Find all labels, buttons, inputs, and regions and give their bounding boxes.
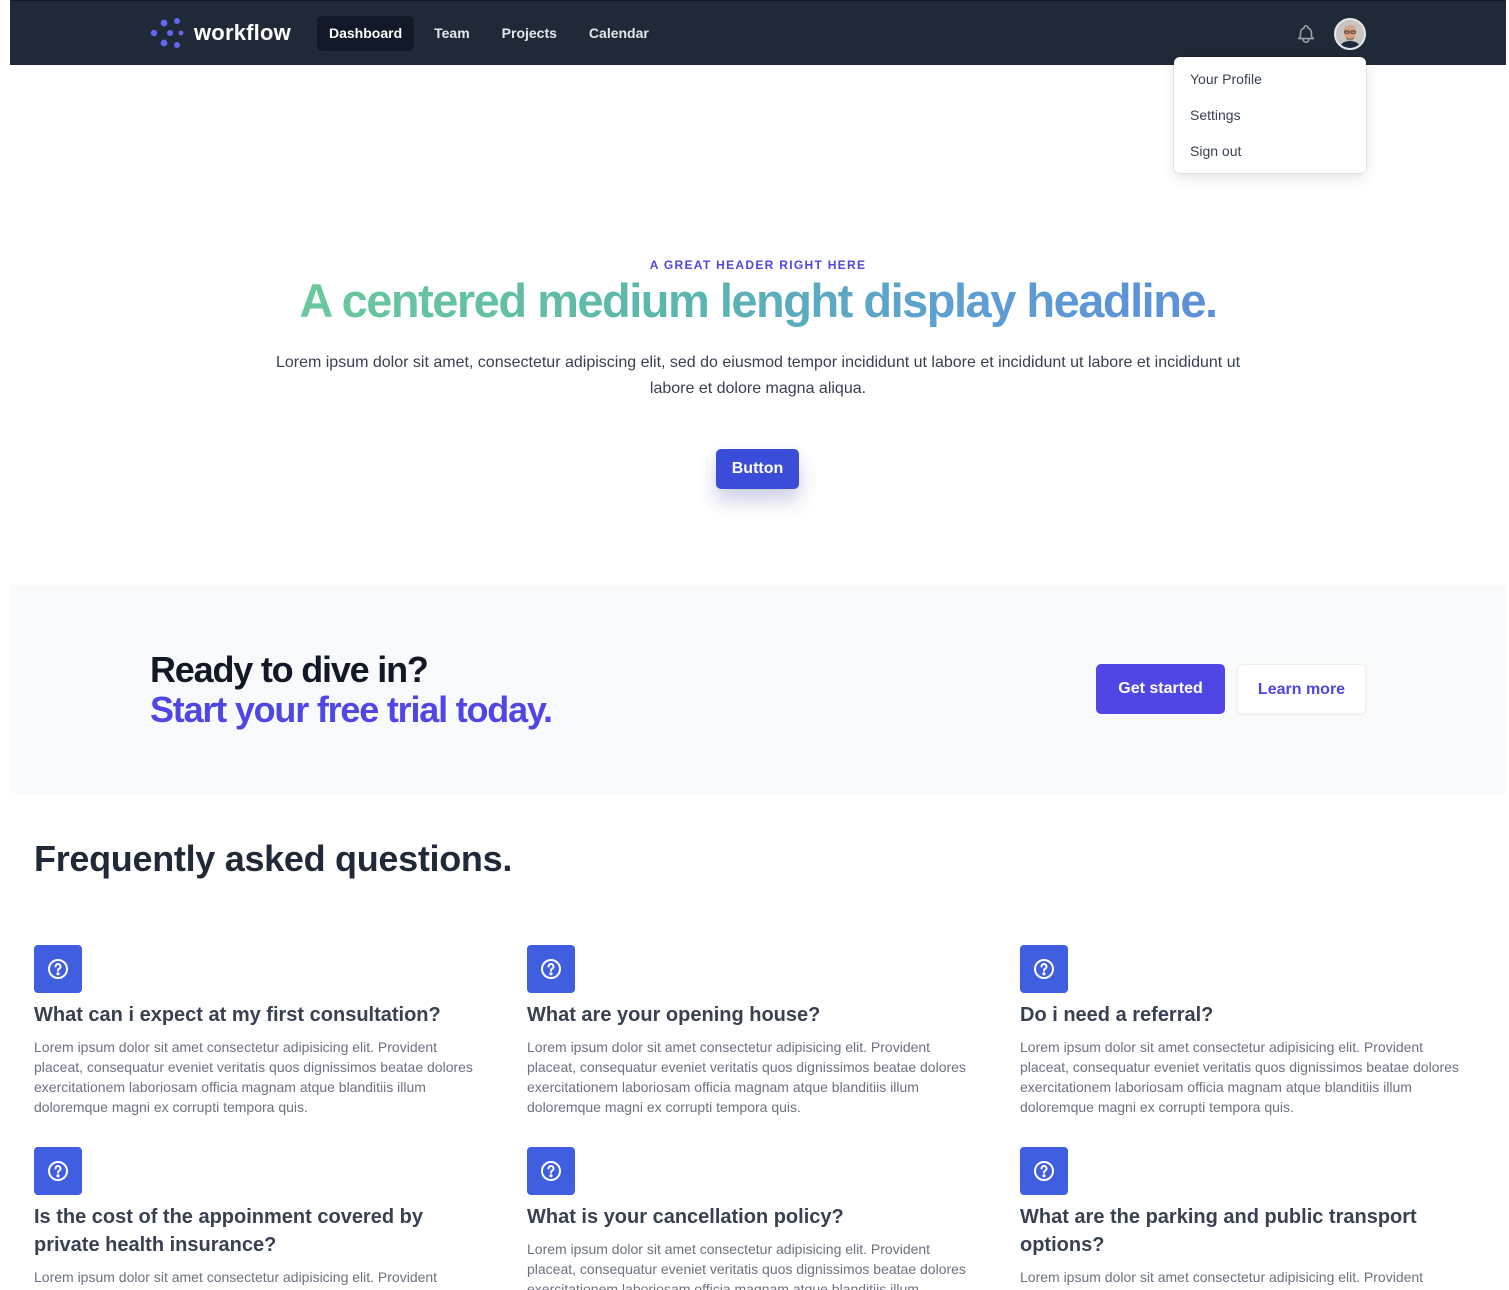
- hero-button[interactable]: Button: [716, 449, 799, 489]
- dropdown-item-settings[interactable]: Settings: [1174, 97, 1366, 133]
- faq-answer: Lorem ipsum dolor sit amet consectetur a…: [34, 1269, 473, 1290]
- brand-name: workflow: [194, 20, 291, 45]
- faq-question: What is your cancellation policy?: [527, 1206, 844, 1228]
- faq-question: What can i expect at my first consultati…: [34, 1004, 441, 1026]
- avatar-portrait-icon: [1336, 20, 1364, 48]
- question-circle-icon: [34, 1147, 82, 1195]
- dropdown-item-sign-out[interactable]: Sign out: [1174, 133, 1366, 169]
- question-circle-icon: [34, 945, 82, 993]
- hero-headline: A centered medium lenght display headlin…: [10, 272, 1506, 330]
- faq-question: What are the parking and public transpor…: [1020, 1206, 1417, 1256]
- nav-link-dashboard[interactable]: Dashboard: [317, 16, 415, 51]
- question-circle-icon: [1020, 945, 1068, 993]
- hero-description: Lorem ipsum dolor sit amet, consectetur …: [275, 354, 1241, 397]
- cta-title: Ready to dive in?: [150, 649, 429, 690]
- nav-link-projects[interactable]: Projects: [490, 16, 569, 51]
- faq-item: What are your opening house? Lorem ipsum…: [527, 945, 972, 1117]
- get-started-button[interactable]: Get started: [1096, 664, 1225, 714]
- faq-item: What is your cancellation policy? Lorem …: [527, 1147, 972, 1290]
- page-frame: workflow Dashboard Team Projects Calenda…: [10, 0, 1506, 1290]
- faq-answer: Lorem ipsum dolor sit amet consectetur a…: [1020, 1039, 1459, 1115]
- dropdown-item-your-profile[interactable]: Your Profile: [1174, 61, 1366, 97]
- workflow-logo-icon: [150, 18, 184, 48]
- hero-eyebrow: A GREAT HEADER RIGHT HERE: [649, 258, 867, 272]
- faq-item: Is the cost of the appoinment covered by…: [34, 1147, 479, 1290]
- brand-logo[interactable]: workflow: [150, 17, 291, 49]
- profile-dropdown: Your Profile Settings Sign out: [1174, 57, 1366, 173]
- faq-item: Do i need a referral? Lorem ipsum dolor …: [1020, 945, 1465, 1117]
- faq-item: What are the parking and public transpor…: [1020, 1147, 1465, 1290]
- faq-answer: Lorem ipsum dolor sit amet consectetur a…: [527, 1241, 966, 1290]
- learn-more-button[interactable]: Learn more: [1237, 664, 1366, 714]
- faq-item: What can i expect at my first consultati…: [34, 945, 479, 1117]
- faq-answer: Lorem ipsum dolor sit amet consectetur a…: [34, 1039, 473, 1115]
- bell-icon[interactable]: [1295, 23, 1317, 45]
- question-circle-icon: [527, 945, 575, 993]
- user-avatar[interactable]: [1334, 18, 1366, 50]
- hero-headline-text: A centered medium lenght display headlin…: [299, 274, 1218, 327]
- nav-links: Dashboard Team Projects Calendar: [317, 16, 661, 51]
- question-circle-icon: [1020, 1147, 1068, 1195]
- nav-link-team[interactable]: Team: [422, 16, 482, 51]
- faq-question: Do i need a referral?: [1020, 1004, 1214, 1026]
- nav-link-calendar[interactable]: Calendar: [577, 16, 661, 51]
- cta-subtitle: Start your free trial today.: [150, 689, 553, 730]
- faq-question: What are your opening house?: [527, 1004, 821, 1026]
- question-circle-icon: [527, 1147, 575, 1195]
- faq-answer: Lorem ipsum dolor sit amet consectetur a…: [527, 1039, 966, 1115]
- cta-section: Ready to dive in? Start your free trial …: [10, 585, 1506, 793]
- top-navbar: workflow Dashboard Team Projects Calenda…: [10, 0, 1506, 65]
- faq-answer: Lorem ipsum dolor sit amet consectetur a…: [1020, 1269, 1459, 1290]
- faq-question: Is the cost of the appoinment covered by…: [34, 1206, 423, 1256]
- faq-title: Frequently asked questions.: [34, 838, 513, 879]
